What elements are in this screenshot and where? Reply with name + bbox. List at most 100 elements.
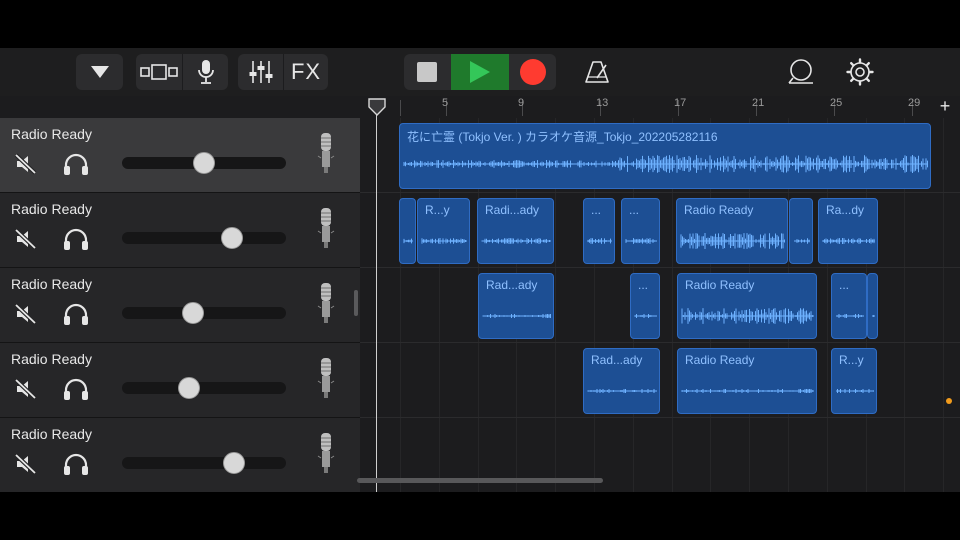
region-label: Rad...ady	[486, 278, 538, 292]
mute-button[interactable]	[14, 227, 38, 256]
volume-slider-thumb[interactable]	[181, 302, 204, 324]
tracks-timeline[interactable]: 花に亡霊 (Tokjo Ver. ) カラオケ音源_Tokjo_20220528…	[360, 118, 960, 492]
solo-button[interactable]	[62, 301, 90, 332]
record-button[interactable]	[510, 54, 556, 90]
solo-button[interactable]	[62, 226, 90, 257]
audio-region[interactable]: Radio Ready	[677, 348, 817, 414]
volume-slider-thumb[interactable]	[193, 152, 215, 174]
instrument-icon[interactable]	[316, 207, 336, 256]
audio-region[interactable]	[867, 273, 878, 339]
condenser-mic-icon	[317, 283, 335, 323]
garageband-app: FX 5 9 13 17 21 25 29 + Radio Ready Radi…	[0, 48, 960, 492]
waveform	[794, 238, 810, 244]
playhead-handle[interactable]	[368, 98, 386, 116]
region-label: ...	[629, 203, 640, 217]
track-header[interactable]: Radio Ready	[0, 268, 360, 343]
audio-region[interactable]: Ra...dy	[818, 198, 878, 264]
track-name: Radio Ready	[11, 276, 92, 292]
metronome-icon	[585, 61, 609, 83]
solo-button[interactable]	[62, 451, 90, 482]
mute-button[interactable]	[14, 452, 38, 481]
track-view-button[interactable]	[136, 54, 182, 90]
audio-region[interactable]	[399, 198, 416, 264]
condenser-mic-icon	[317, 133, 335, 173]
speaker-muted-icon	[14, 228, 37, 250]
track-name: Radio Ready	[11, 201, 92, 217]
volume-slider-thumb[interactable]	[220, 227, 243, 249]
region-label: Radio Ready	[685, 353, 755, 367]
fx-label: FX	[290, 59, 322, 84]
mute-button[interactable]	[14, 377, 38, 406]
track-header[interactable]: Radio Ready	[0, 193, 360, 268]
headphones-icon	[64, 378, 88, 400]
solo-button[interactable]	[62, 151, 90, 182]
horizontal-scrollbar[interactable]	[357, 478, 603, 483]
fx-button[interactable]: FX	[284, 54, 328, 90]
mixer-button[interactable]	[238, 54, 283, 90]
audio-region[interactable]: ...	[831, 273, 867, 339]
play-button[interactable]	[451, 54, 509, 90]
transport-group	[404, 54, 556, 90]
bar-grid-line	[943, 118, 944, 492]
instrument-icon[interactable]	[316, 282, 336, 331]
audio-region[interactable]: Radio Ready	[677, 273, 817, 339]
audio-region[interactable]	[789, 198, 813, 264]
instrument-icon[interactable]	[316, 432, 336, 481]
dropdown-button[interactable]	[76, 54, 123, 90]
play-icon	[470, 61, 490, 83]
ruler-tick	[400, 100, 401, 116]
volume-slider-track[interactable]	[122, 382, 286, 394]
metronome-button[interactable]	[574, 54, 620, 90]
audio-region[interactable]: ...	[583, 198, 615, 264]
ruler-label: 9	[518, 97, 525, 109]
lane-divider	[360, 267, 960, 268]
audio-region[interactable]: ...	[621, 198, 660, 264]
loop-browser-button[interactable]	[778, 54, 824, 90]
mute-button[interactable]	[14, 302, 38, 331]
region-label: ...	[591, 203, 602, 217]
ruler-label: 17	[674, 97, 687, 109]
audio-region[interactable]: R...y	[417, 198, 470, 264]
region-label: R...y	[839, 353, 864, 367]
audio-region[interactable]: 花に亡霊 (Tokjo Ver. ) カラオケ音源_Tokjo_20220528…	[399, 123, 931, 189]
dropdown-group	[76, 54, 123, 90]
ruler-label: 25	[830, 97, 843, 109]
headphones-icon	[64, 303, 88, 325]
instrument-mic-button[interactable]	[183, 54, 228, 90]
audio-region[interactable]: R...y	[831, 348, 877, 414]
track-header[interactable]: Radio Ready	[0, 118, 360, 193]
track-header[interactable]: Radio Ready	[0, 418, 360, 492]
speaker-muted-icon	[14, 378, 37, 400]
audio-region[interactable]: ...	[630, 273, 660, 339]
headphones-icon	[64, 228, 88, 250]
instrument-icon[interactable]	[316, 357, 336, 406]
track-name: Radio Ready	[11, 426, 92, 442]
resize-handle[interactable]	[354, 290, 358, 316]
solo-button[interactable]	[62, 376, 90, 407]
audio-region[interactable]: Radio Ready	[676, 198, 788, 264]
audio-region[interactable]: Rad...ady	[583, 348, 660, 414]
microphone-icon	[197, 60, 214, 84]
playhead-line	[376, 114, 377, 492]
track-header[interactable]: Radio Ready	[0, 343, 360, 418]
audio-region[interactable]: Rad...ady	[478, 273, 554, 339]
record-icon	[520, 59, 546, 85]
waveform	[403, 238, 413, 244]
settings-button[interactable]	[837, 54, 883, 90]
instrument-icon[interactable]	[316, 132, 336, 181]
volume-slider-thumb[interactable]	[222, 452, 245, 474]
view-group	[136, 54, 228, 90]
volume-slider-track[interactable]	[122, 232, 286, 244]
headphones-icon	[64, 153, 88, 175]
waveform	[625, 238, 657, 244]
add-section-button[interactable]: +	[937, 96, 953, 116]
stop-button[interactable]	[404, 54, 450, 90]
timeline-ruler[interactable]: 5 9 13 17 21 25 29	[360, 96, 960, 119]
volume-slider-track[interactable]	[122, 307, 286, 319]
volume-slider-thumb[interactable]	[178, 377, 201, 399]
volume-slider-track[interactable]	[122, 457, 286, 469]
region-label: Rad...ady	[591, 353, 643, 367]
region-label: R...y	[425, 203, 450, 217]
mute-button[interactable]	[14, 152, 38, 181]
audio-region[interactable]: Radi...ady	[477, 198, 554, 264]
